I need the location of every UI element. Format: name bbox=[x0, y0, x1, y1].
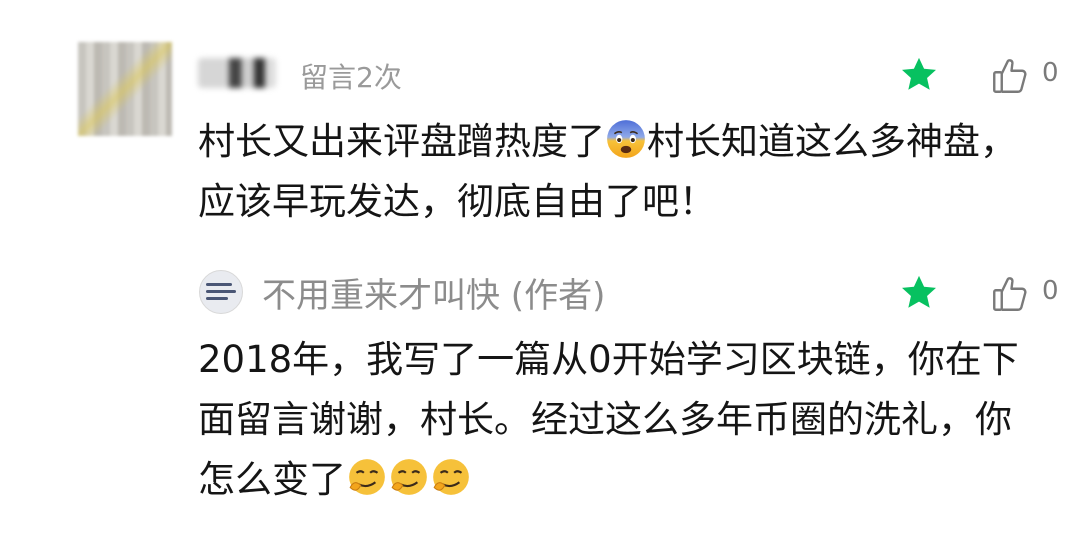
comment-text-part1: 村长又出来评盘蹭热度了 bbox=[198, 120, 605, 163]
commenter-name-blurred[interactable] bbox=[198, 58, 276, 88]
reply-body: 2018年，我写了一篇从0开始学习区块链，你在下面留言谢谢，村长。经过这么多年币… bbox=[198, 330, 1028, 510]
fearful-face-emoji-icon bbox=[605, 118, 647, 160]
reply-author-name[interactable]: 不用重来才叫快 (作者) bbox=[262, 268, 605, 317]
smirk-face-emoji-icon bbox=[430, 456, 472, 498]
author-avatar[interactable] bbox=[199, 270, 243, 314]
reply-text: 2018年，我写了一篇从0开始学习区块链，你在下面留言谢谢，村长。经过这么多年币… bbox=[198, 338, 1019, 501]
commenter-avatar[interactable] bbox=[78, 42, 172, 136]
star-icon[interactable] bbox=[898, 54, 940, 96]
comment-body: 村长又出来评盘蹭热度了 村长知道这么多神盘，应该早玩发达，彻底自由了吧！ bbox=[198, 112, 1028, 232]
smirk-face-emoji-icon bbox=[346, 456, 388, 498]
like-count: 0 bbox=[1042, 58, 1059, 88]
smirk-face-emoji-icon bbox=[388, 456, 430, 498]
star-icon[interactable] bbox=[898, 272, 940, 314]
like-count: 0 bbox=[1042, 276, 1059, 306]
like-thumb-icon[interactable] bbox=[992, 274, 1028, 314]
comment-meta: 留言2次 bbox=[300, 61, 402, 94]
like-thumb-icon[interactable] bbox=[992, 56, 1028, 96]
